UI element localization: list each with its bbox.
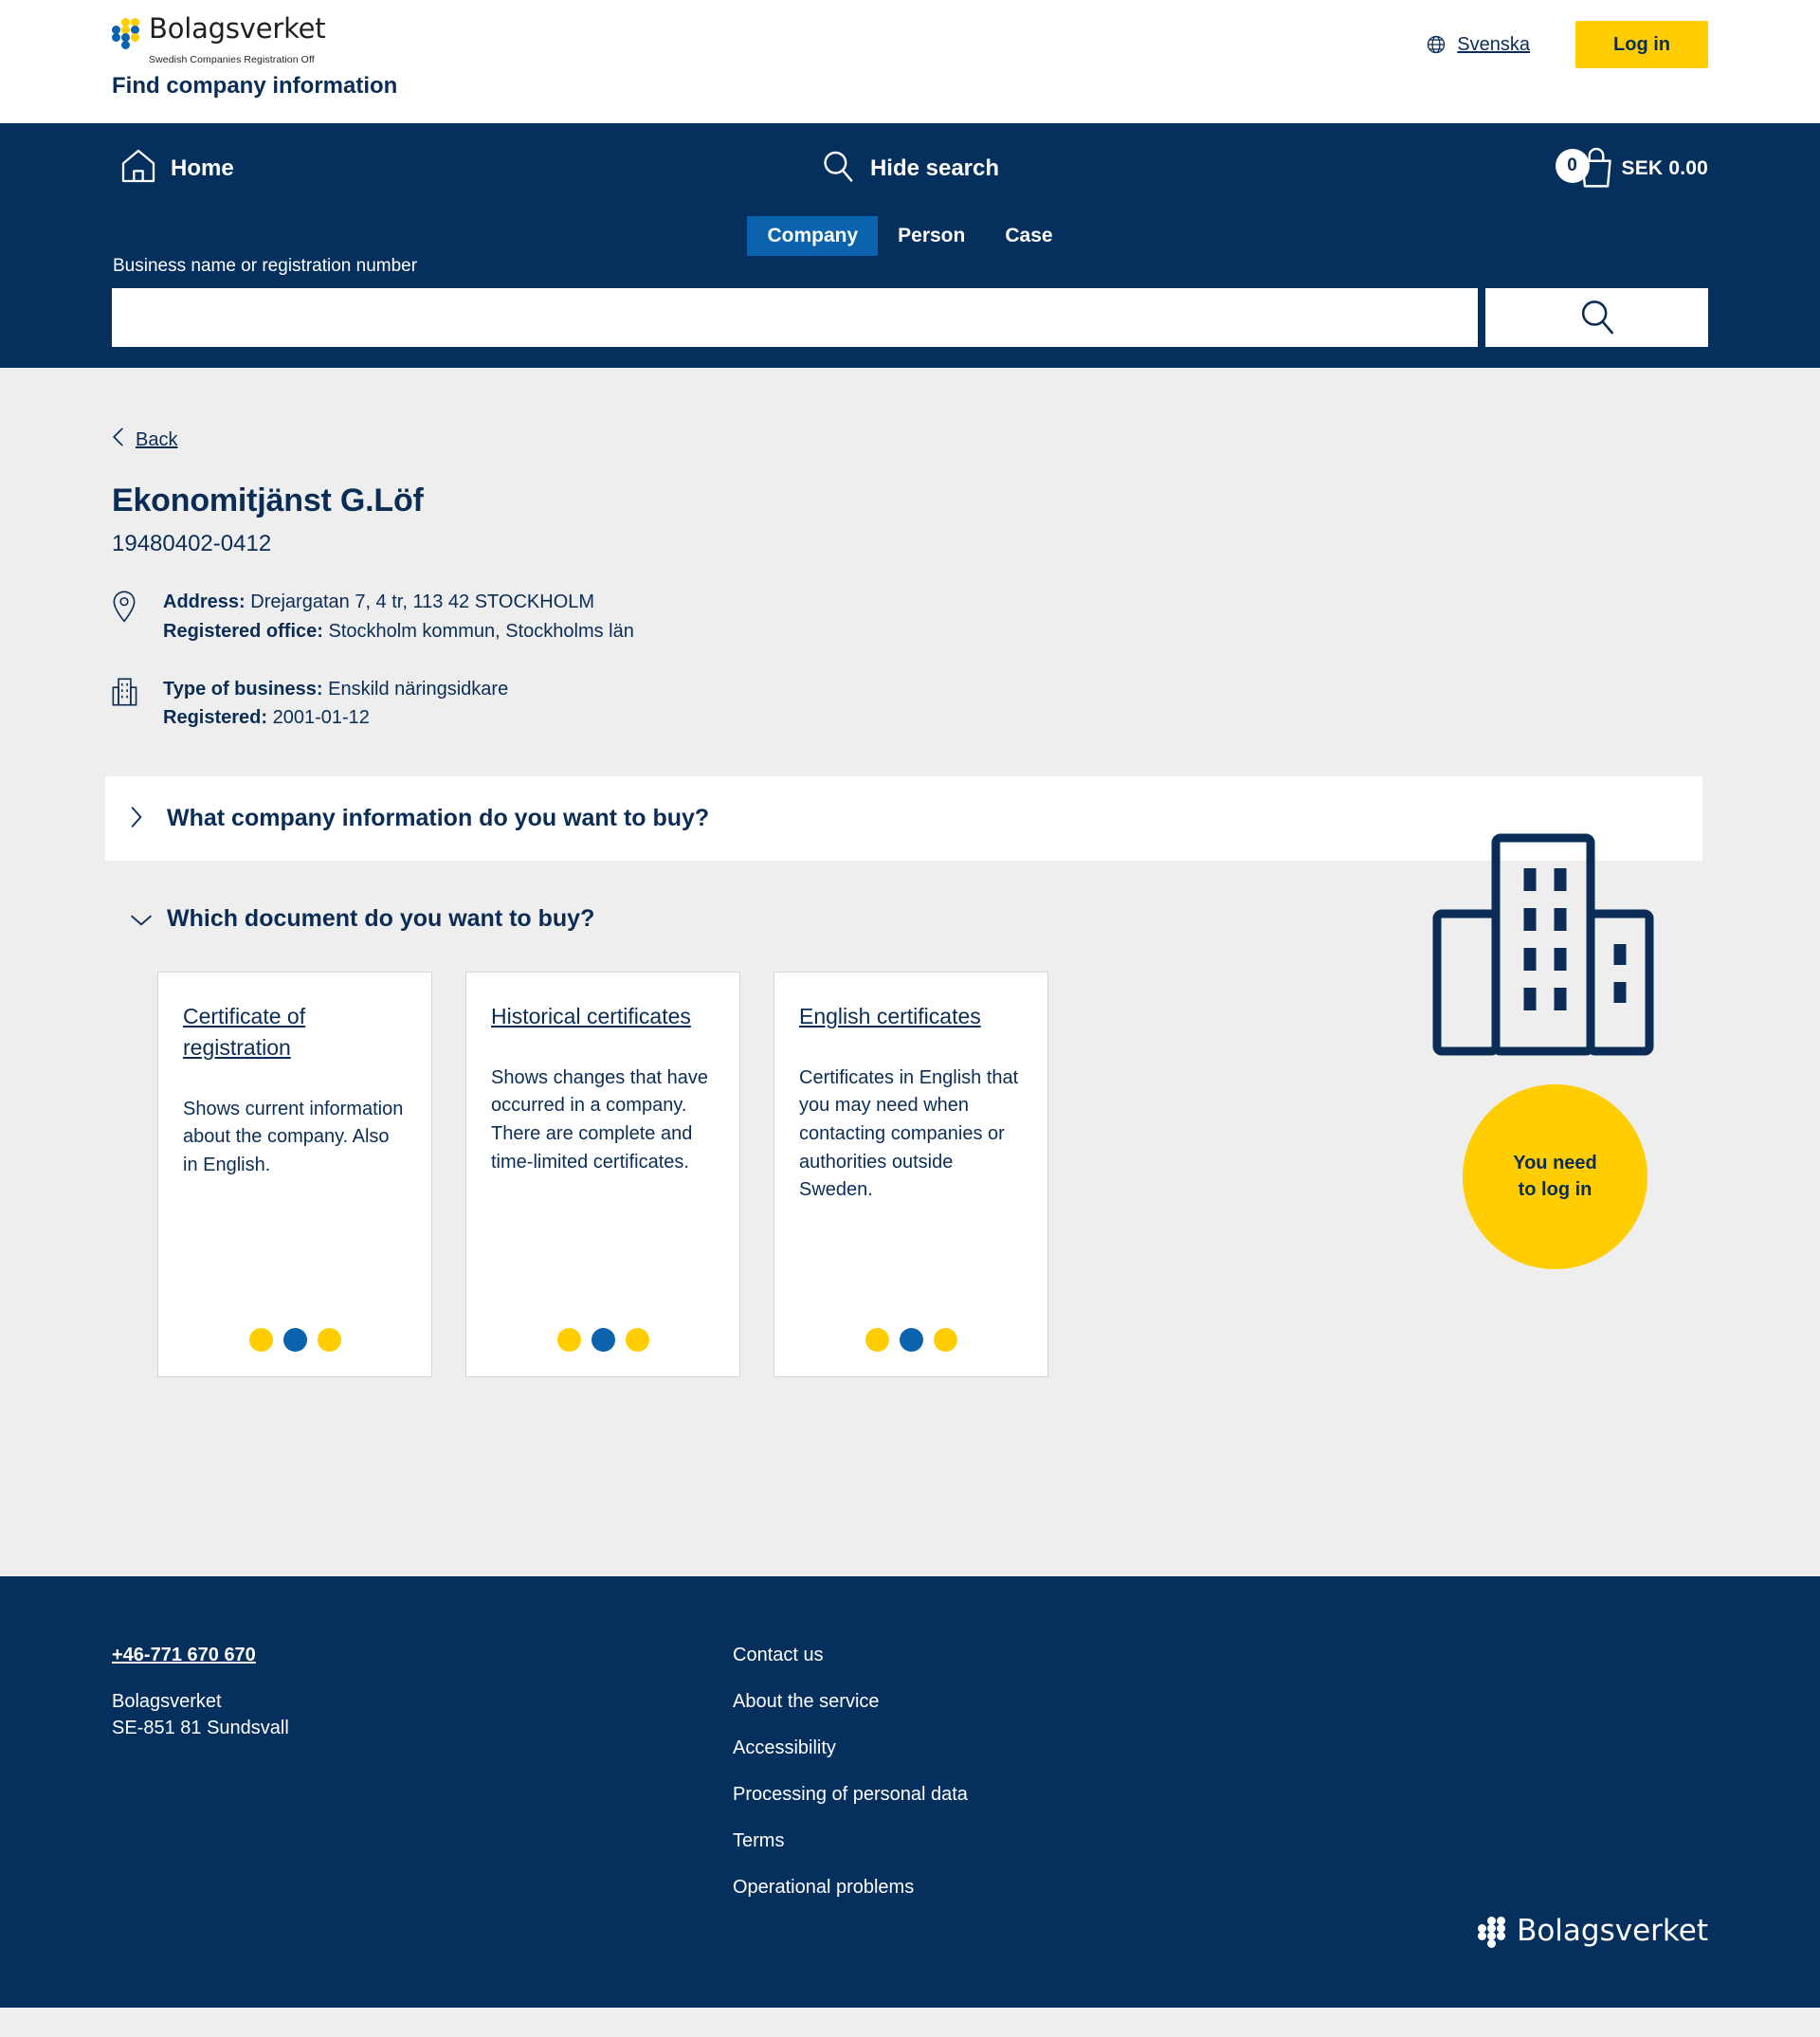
dot-yellow [556,1328,581,1353]
document-card[interactable]: English certificates Certificates in Eng… [774,972,1048,1378]
dot-blue [899,1328,923,1353]
dot-yellow [248,1328,273,1353]
footer-link-contact-us[interactable]: Contact us [733,1645,968,1666]
dot-blue [282,1328,307,1353]
footer-logo: Bolagsverket [1478,1914,1708,1949]
footer-phone-link[interactable]: +46-771 670 670 [112,1645,256,1666]
tab-case[interactable]: Case [985,216,1072,256]
search-input[interactable] [112,288,1478,347]
card-description: Certificates in English that you may nee… [799,1066,1019,1201]
log-in-button[interactable]: Log in [1575,21,1708,68]
card-title-link[interactable]: English certificates [799,1004,981,1028]
home-icon [119,147,157,191]
back-label: Back [136,428,178,450]
card-dots [491,1303,715,1353]
registered-value: 2001-01-12 [272,707,370,729]
company-building-illustration [1431,832,1668,1064]
cart-link[interactable]: 0 SEK 0.00 [1555,146,1709,191]
accordion-1-title: What company information do you want to … [167,805,710,832]
footer-link-accessibility[interactable]: Accessibility [733,1737,968,1759]
page-title: Find company information [112,73,398,99]
search-type-tabs: Company Person Case [112,216,1708,256]
document-card[interactable]: Historical certificates Shows changes th… [465,972,740,1378]
card-title-link[interactable]: Certificate of registration [183,1004,305,1060]
home-label: Home [171,155,234,181]
chevron-down-icon [130,906,152,932]
bolagsverket-flower-icon [1478,1917,1506,1949]
dot-yellow [317,1328,341,1353]
registered-label: Registered: [163,707,268,729]
office-building-icon [112,675,142,711]
brand-subtitle: Swedish Companies Registration Off [149,54,315,65]
company-registration-number: 19480402-0412 [112,531,272,556]
language-label[interactable]: Svenska [1457,34,1530,56]
brand-logo[interactable]: Bolagsverket Swedish Companies Registrat… [112,12,326,65]
business-info-block: Type of business: Enskild näringsidkare … [112,675,1708,734]
registered-office-label: Registered office: [163,620,323,642]
search-field-label: Business name or registration number [113,256,418,276]
search-bar-region: Home Hide search 0 SEK 0.00 Company Pers… [0,123,1820,368]
search-icon [821,149,855,190]
site-header: Bolagsverket Swedish Companies Registrat… [0,0,1820,123]
footer-org-address: SE-851 81 Sundsvall [112,1717,289,1738]
footer-link-terms[interactable]: Terms [733,1830,968,1852]
card-dots [799,1303,1023,1353]
login-required-badge: You need to log in [1463,1084,1647,1269]
tab-person[interactable]: Person [878,216,985,256]
address-info-block: Address: Drejargatan 7, 4 tr, 113 42 STO… [112,588,1708,646]
map-pin-icon [112,588,142,627]
search-icon [1578,298,1616,338]
address-label: Address: [163,591,246,612]
hide-search-toggle[interactable]: Hide search [821,149,999,190]
accordion-2-title: Which document do you want to buy? [167,905,595,933]
hide-search-label: Hide search [869,155,1000,181]
cart-amount: SEK 0.00 [1621,157,1708,179]
main-content: Back Ekonomitjänst G.Löf 19480402-0412 A… [0,368,1820,1577]
card-description: Shows changes that have occurred in a co… [491,1066,709,1173]
globe-icon [1426,34,1447,55]
dot-yellow [864,1328,889,1353]
footer-link-about-the-service[interactable]: About the service [733,1691,968,1713]
search-submit-button[interactable] [1485,288,1708,347]
tab-company[interactable]: Company [747,216,879,256]
login-bubble-line-2: to log in [1518,1178,1592,1200]
language-switcher[interactable]: Svenska [1426,34,1530,56]
document-card[interactable]: Certificate of registration Shows curren… [157,972,432,1378]
bolagsverket-flower-icon [112,18,140,50]
address-value: Drejargatan 7, 4 tr, 113 42 STOCKHOLM [250,591,595,612]
dot-yellow [625,1328,649,1353]
company-name: Ekonomitjänst G.Löf [112,482,424,518]
cart-count-badge: 0 [1555,149,1590,183]
dot-blue [591,1328,615,1353]
footer-org-name: Bolagsverket [112,1691,222,1713]
login-bubble-line-1: You need [1513,1152,1597,1173]
card-description: Shows current information about the comp… [183,1098,404,1175]
footer-wordmark: Bolagsverket [1517,1914,1708,1949]
back-link[interactable]: Back [112,368,177,453]
card-dots [183,1303,407,1353]
footer-links: Contact us About the service Accessibili… [733,1645,968,1899]
registered-office-value: Stockholm kommun, Stockholms län [328,620,634,642]
card-title-link[interactable]: Historical certificates [491,1004,691,1028]
site-footer: +46-771 670 670 Bolagsverket SE-851 81 S… [0,1576,1820,2009]
type-of-business-value: Enskild näringsidkare [328,678,509,700]
chevron-right-icon [130,806,146,831]
type-of-business-label: Type of business: [163,678,323,700]
home-link[interactable]: Home [119,147,234,191]
footer-link-processing-of-personal-data[interactable]: Processing of personal data [733,1784,968,1806]
dot-yellow [933,1328,957,1353]
brand-wordmark: Bolagsverket [149,12,326,45]
chevron-left-icon [112,427,124,453]
footer-link-operational-problems[interactable]: Operational problems [733,1877,968,1899]
